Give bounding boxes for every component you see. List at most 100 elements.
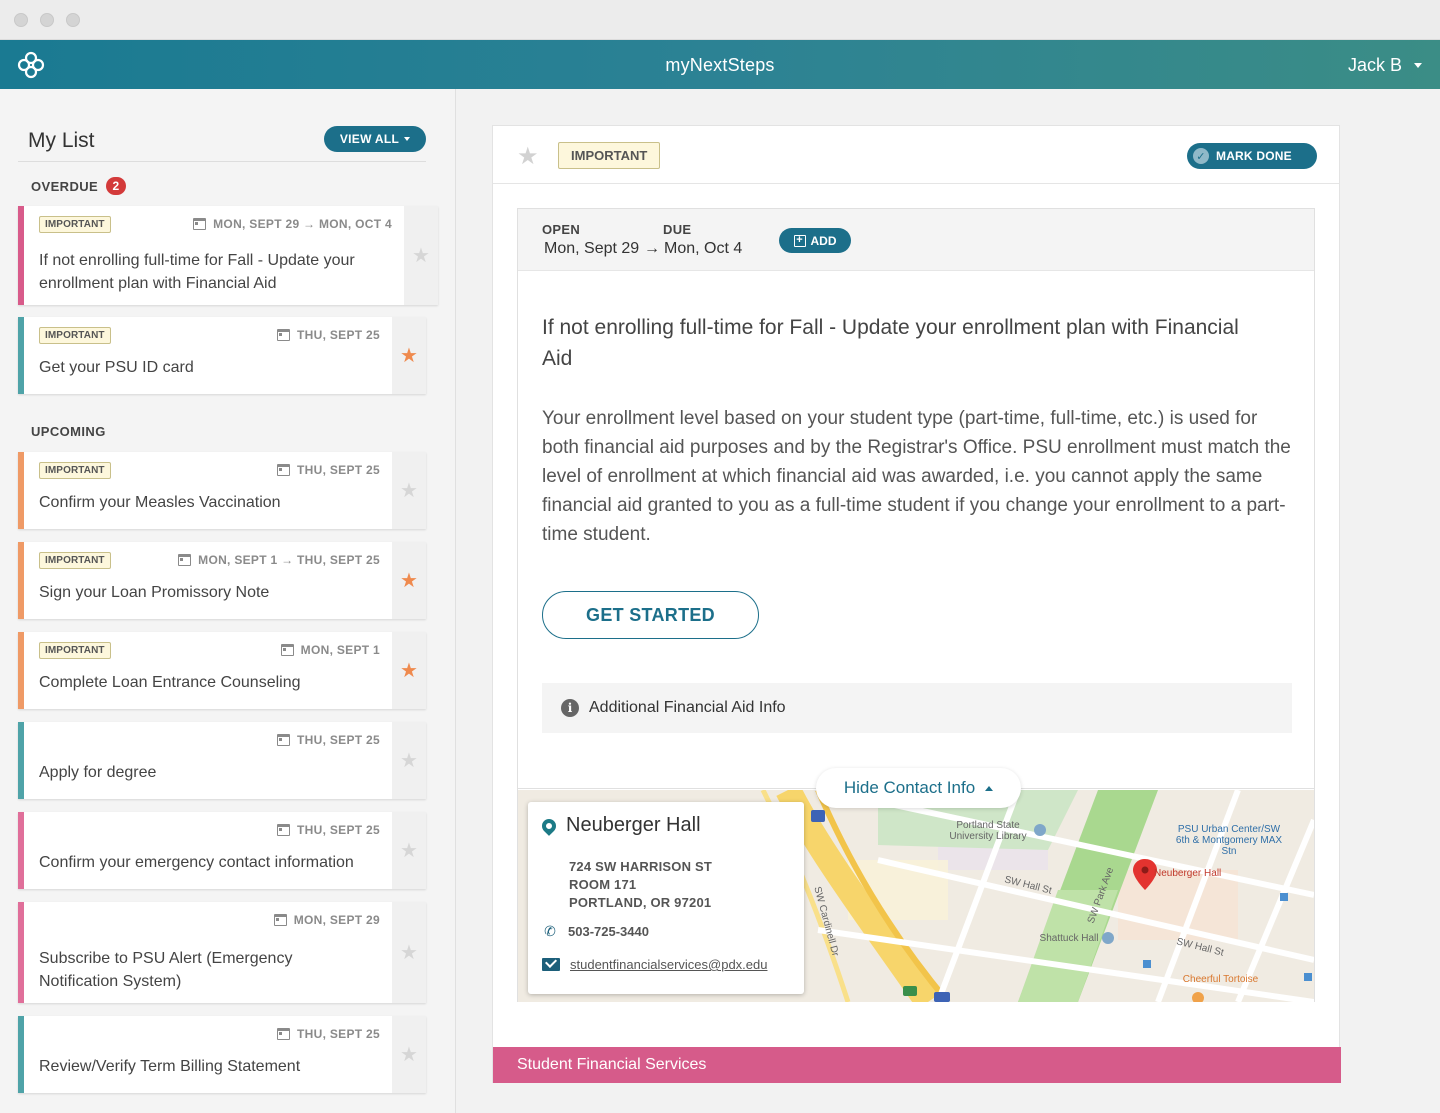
- additional-info-row[interactable]: i Additional Financial Aid Info: [542, 683, 1292, 733]
- phone-icon: ✆: [544, 923, 556, 939]
- task-title: Apply for degree: [39, 764, 157, 781]
- mark-done-button[interactable]: ✓ MARK DONE: [1187, 143, 1317, 169]
- address: 724 SW HARRISON ST ROOM 171 PORTLAND, OR…: [569, 858, 712, 912]
- task-title: Complete Loan Entrance Counseling: [39, 674, 301, 691]
- star-icon: ★: [400, 344, 418, 367]
- check-icon: ✓: [1193, 148, 1209, 164]
- calendar-icon: [193, 218, 207, 230]
- mark-done-label: MARK DONE: [1216, 149, 1292, 163]
- address-line: PORTLAND, OR 97201: [569, 895, 712, 910]
- add-icon: +: [793, 234, 806, 247]
- minimize-window-button[interactable]: [40, 13, 54, 27]
- hide-contact-label: Hide Contact Info: [843, 778, 976, 797]
- task-date: MON, SEPT 1: [280, 643, 380, 657]
- location-name: Neuberger Hall: [566, 814, 701, 836]
- overdue-label: OVERDUE: [31, 178, 99, 194]
- task-card[interactable]: IMPORTANT MON, SEPT 1 → THU, SEPT 25 Sign …: [18, 542, 426, 619]
- star-toggle[interactable]: ★: [392, 812, 426, 889]
- calendar-icon: [277, 824, 291, 836]
- add-to-calendar-button[interactable]: + ADD: [779, 228, 851, 253]
- important-tag: IMPORTANT: [39, 327, 111, 344]
- calendar-icon: [178, 554, 192, 566]
- phone-row[interactable]: ✆ 503-725-3440: [542, 923, 649, 939]
- task-date-text: THU, SEPT 25: [297, 328, 380, 342]
- task-card[interactable]: IMPORTANT THU, SEPT 25 Confirm your Measle…: [18, 452, 426, 529]
- app-title: myNextSteps: [665, 55, 775, 75]
- map-label-cheerful: Cheerful Tortoise: [1182, 974, 1259, 985]
- phone-number: 503-725-3440: [568, 923, 649, 939]
- star-toggle[interactable]: ★: [404, 206, 438, 305]
- task-detail-card: OPEN DUE Mon, Sept 29 → Mon, Oct 4 + ADD…: [517, 208, 1315, 1002]
- star-toggle[interactable]: ★: [392, 722, 426, 799]
- address-line: ROOM 171: [569, 877, 637, 892]
- star-toggle[interactable]: ★: [392, 452, 426, 529]
- task-title: If not enrolling full-time for Fall - Up…: [542, 316, 1239, 370]
- chevron-down-icon: [1414, 63, 1422, 68]
- task-title: If not enrolling full-time for Fall - Up…: [39, 252, 355, 292]
- get-started-button[interactable]: GET STARTED: [542, 591, 759, 639]
- task-date-text: MON, SEPT 1 → THU, SEPT 25: [198, 553, 380, 567]
- task-title: Confirm your Measles Vaccination: [39, 494, 281, 511]
- important-tag: IMPORTANT: [558, 142, 661, 169]
- close-window-button[interactable]: [14, 13, 28, 27]
- task-date: MON, SEPT 1 → THU, SEPT 25: [178, 553, 380, 567]
- divider: [18, 161, 426, 162]
- divider: [493, 183, 1339, 184]
- window-titlebar: [0, 0, 1440, 40]
- task-date: THU, SEPT 25: [277, 463, 380, 477]
- star-icon: ★: [400, 1043, 418, 1066]
- dates-bar: OPEN DUE Mon, Sept 29 → Mon, Oct 4 + ADD: [518, 209, 1314, 271]
- task-date-text: THU, SEPT 25: [297, 733, 380, 747]
- view-all-label: VIEW ALL: [339, 132, 400, 146]
- due-label: DUE: [663, 222, 692, 237]
- calendar-icon: [277, 329, 291, 341]
- star-icon: ★: [400, 749, 418, 772]
- important-tag: IMPORTANT: [39, 462, 111, 479]
- email-link[interactable]: studentfinancialservices@pdx.edu: [570, 957, 767, 972]
- star-toggle[interactable]: ★: [392, 1016, 426, 1093]
- star-icon: ★: [400, 839, 418, 862]
- task-date: MON, SEPT 29 → MON, OCT 4: [193, 217, 392, 231]
- additional-info-label: Additional Financial Aid Info: [589, 699, 786, 716]
- task-card[interactable]: THU, SEPT 25 Confirm your emergency conta…: [18, 812, 426, 889]
- task-card[interactable]: THU, SEPT 25 Apply for degree ★: [18, 722, 426, 799]
- map[interactable]: Portland State University Library PSU Ur…: [518, 790, 1314, 1002]
- task-date: THU, SEPT 25: [277, 1027, 380, 1041]
- zoom-window-button[interactable]: [66, 13, 80, 27]
- map-label-urban-center: PSU Urban Center/SW 6th & Montgomery MAX…: [1175, 824, 1283, 857]
- hide-contact-info-button[interactable]: Hide Contact Info: [816, 768, 1021, 808]
- task-card[interactable]: THU, SEPT 25 Review/Verify Term Billing S…: [18, 1016, 426, 1093]
- star-icon[interactable]: ★: [517, 142, 539, 171]
- star-toggle[interactable]: ★: [392, 632, 426, 709]
- email-row[interactable]: studentfinancialservices@pdx.edu: [542, 957, 767, 972]
- contact-card: Neuberger Hall 724 SW HARRISON ST ROOM 1…: [528, 802, 804, 994]
- task-date: THU, SEPT 25: [277, 733, 380, 747]
- star-icon: ★: [400, 941, 418, 964]
- task-card[interactable]: IMPORTANT MON, SEPT 1 Complete Loan Entran…: [18, 632, 426, 709]
- overdue-count-badge: 2: [106, 177, 127, 195]
- open-label: OPEN: [542, 222, 581, 237]
- task-title: Get your PSU ID card: [39, 359, 194, 376]
- task-card[interactable]: MON, SEPT 29 Subscribe to PSU Alert (Emer…: [18, 902, 426, 1003]
- task-card[interactable]: IMPORTANT THU, SEPT 25 Get your PSU ID car…: [18, 317, 426, 394]
- email-icon: [542, 958, 560, 971]
- map-label-library: Portland State University Library: [949, 820, 1027, 842]
- star-toggle[interactable]: ★: [392, 542, 426, 619]
- star-toggle[interactable]: ★: [392, 902, 426, 1003]
- star-icon: ★: [400, 569, 418, 592]
- task-date-text: MON, SEPT 1: [300, 643, 380, 657]
- important-tag: IMPORTANT: [39, 216, 111, 233]
- overdue-section-header: OVERDUE 2: [31, 177, 127, 195]
- date-arrow: →: [644, 240, 660, 257]
- location-heading: Neuberger Hall: [539, 814, 701, 837]
- task-title: Subscribe to PSU Alert (Emergency Notifi…: [39, 950, 293, 990]
- calendar-icon: [277, 464, 291, 476]
- sidebar-title: My List: [28, 129, 95, 152]
- open-date: Mon, Sept 29: [544, 240, 640, 257]
- task-card[interactable]: IMPORTANT MON, SEPT 29 → MON, OCT 4 If not…: [18, 206, 438, 305]
- star-toggle[interactable]: ★: [392, 317, 426, 394]
- star-icon: ★: [400, 479, 418, 502]
- user-menu[interactable]: Jack B: [1348, 55, 1422, 76]
- view-all-button[interactable]: VIEW ALL: [324, 126, 426, 152]
- task-date-text: THU, SEPT 25: [297, 463, 380, 477]
